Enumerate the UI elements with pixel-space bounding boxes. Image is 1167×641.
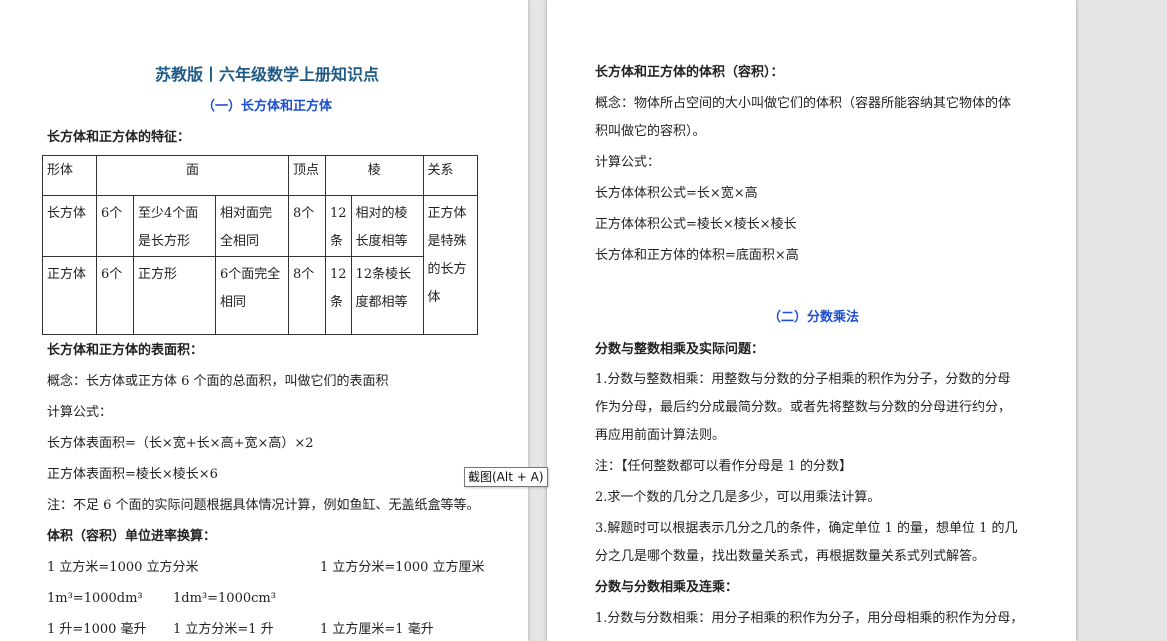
- formula-label: 计算公式：: [595, 155, 661, 170]
- table-header-cell: 形体: [42, 155, 97, 196]
- unit-conversion: 1 立方米=1000 立方分米: [47, 560, 199, 575]
- surface-heading: 长方体和正方体的表面积：: [47, 343, 204, 358]
- section-heading-fraction: （二）分数乘法: [768, 310, 860, 325]
- table-cell: 12条棱长度都相等: [350, 256, 424, 335]
- table-cell: 6个: [96, 256, 134, 335]
- cuboid-volume-formula: 长方体体积公式=长×宽×高: [595, 186, 758, 201]
- screenshot-tooltip: 截图(Alt + A): [464, 467, 548, 487]
- table-header-row: 形体 面 顶点 棱 关系: [42, 155, 478, 196]
- section-heading-cuboid: （一）长方体和正方体: [202, 99, 333, 114]
- paragraph: 3.解题时可以根据表示几分之几的条件，确定单位 1 的量，想单位 1 的几: [595, 521, 1018, 536]
- table-cell: 8个: [288, 256, 326, 335]
- paragraph: 1.分数与分数相乘：用分子相乘的积作为分子，用分母相乘的积作为分母，: [595, 611, 1024, 626]
- table-header-cell: 关系: [422, 155, 478, 196]
- table-cell: 相对的棱长度相等: [350, 195, 424, 257]
- unit-conversion: 1dm³=1000cm³: [173, 591, 276, 606]
- table-row: 长方体 6个 至少4个面是长方形 相对面完全相同 8个 12条 相对的棱长度相等…: [42, 195, 478, 335]
- cube-surface-formula: 正方体表面积=棱长×棱长×6: [47, 467, 218, 482]
- cube-volume-formula: 正方体体积公式=棱长×棱长×棱长: [595, 217, 797, 232]
- table-cell: 正方形: [133, 256, 216, 335]
- units-heading: 体积（容积）单位进率换算：: [47, 529, 217, 544]
- unit-conversion: 1 立方分米=1000 立方厘米: [320, 560, 485, 575]
- unit-conversion: 1 升=1000 毫升: [47, 622, 147, 637]
- volume-heading: 长方体和正方体的体积（容积）：: [595, 65, 784, 80]
- table-cell: 6个: [96, 195, 134, 257]
- table-cell-relation: 正方体是特殊的长方体: [422, 195, 478, 335]
- unit-conversion: 1 立方分米=1 升: [173, 622, 274, 637]
- table-cell: 至少4个面是长方形: [133, 195, 216, 257]
- general-volume-formula: 长方体和正方体的体积=底面积×高: [595, 248, 799, 263]
- fraction-integer-heading: 分数与整数相乘及实际问题：: [595, 342, 765, 357]
- table-cell: 相对面完全相同: [215, 195, 289, 257]
- table-cell: 12条: [325, 256, 352, 335]
- unit-conversion: 1m³=1000dm³: [47, 591, 143, 606]
- surface-concept: 概念：长方体或正方体 6 个面的总面积，叫做它们的表面积: [47, 374, 389, 389]
- paragraph: 1.分数与整数相乘：用整数与分数的分子相乘的积作为分子，分数的分母: [595, 372, 1011, 387]
- table-cell: 6个面完全相同: [215, 256, 289, 335]
- table-row: 正方体 6个 正方形 6个面完全相同 8个 12条 12条棱长度都相等: [42, 256, 478, 335]
- note: 注：【任何整数都可以看作分母是 1 的分数】: [595, 459, 853, 474]
- table-cell: 长方体: [42, 195, 97, 257]
- features-table: 形体 面 顶点 棱 关系 长方体 6个 至少4个面是长方形 相对面完全相同 8个…: [42, 155, 478, 335]
- surface-note: 注：不足 6 个面的实际问题根据具体情况计算，例如鱼缸、无盖纸盒等等。: [47, 498, 480, 513]
- paragraph: 再应用前面计算法则。: [595, 428, 726, 443]
- document-page-left: 苏教版丨六年级数学上册知识点 （一）长方体和正方体 长方体和正方体的特征： 形体…: [0, 0, 528, 641]
- table-cell: 12条: [325, 195, 352, 257]
- fraction-fraction-heading: 分数与分数相乘及连乘：: [595, 580, 739, 595]
- table-cell: 8个: [288, 195, 326, 257]
- features-heading: 长方体和正方体的特征：: [47, 130, 191, 145]
- cuboid-surface-formula: 长方体表面积=（长×宽+长×高+宽×高）×2: [47, 436, 314, 451]
- document-title: 苏教版丨六年级数学上册知识点: [155, 65, 380, 84]
- volume-concept: 积叫做它的容积）。: [595, 124, 706, 139]
- table-header-cell: 面: [96, 155, 289, 196]
- paragraph: 作为分母，最后约分成最简分数。或者先将整数与分数的分母进行约分，: [595, 400, 1012, 415]
- table-cell: 正方体: [42, 256, 97, 335]
- paragraph: 2.求一个数的几分之几是多少，可以用乘法计算。: [595, 490, 881, 505]
- unit-conversion: 1 立方厘米=1 毫升: [320, 622, 434, 637]
- volume-concept: 概念：物体所占空间的大小叫做它们的体积（容器所能容纳其它物体的体: [595, 96, 1012, 111]
- paragraph: 分之几是哪个数量，找出数量关系式，再根据数量关系式列式解答。: [595, 549, 986, 564]
- table-header-cell: 顶点: [288, 155, 326, 196]
- formula-label: 计算公式：: [47, 405, 113, 420]
- document-page-right: 长方体和正方体的体积（容积）： 概念：物体所占空间的大小叫做它们的体积（容器所能…: [547, 0, 1076, 641]
- table-header-cell: 棱: [325, 155, 424, 196]
